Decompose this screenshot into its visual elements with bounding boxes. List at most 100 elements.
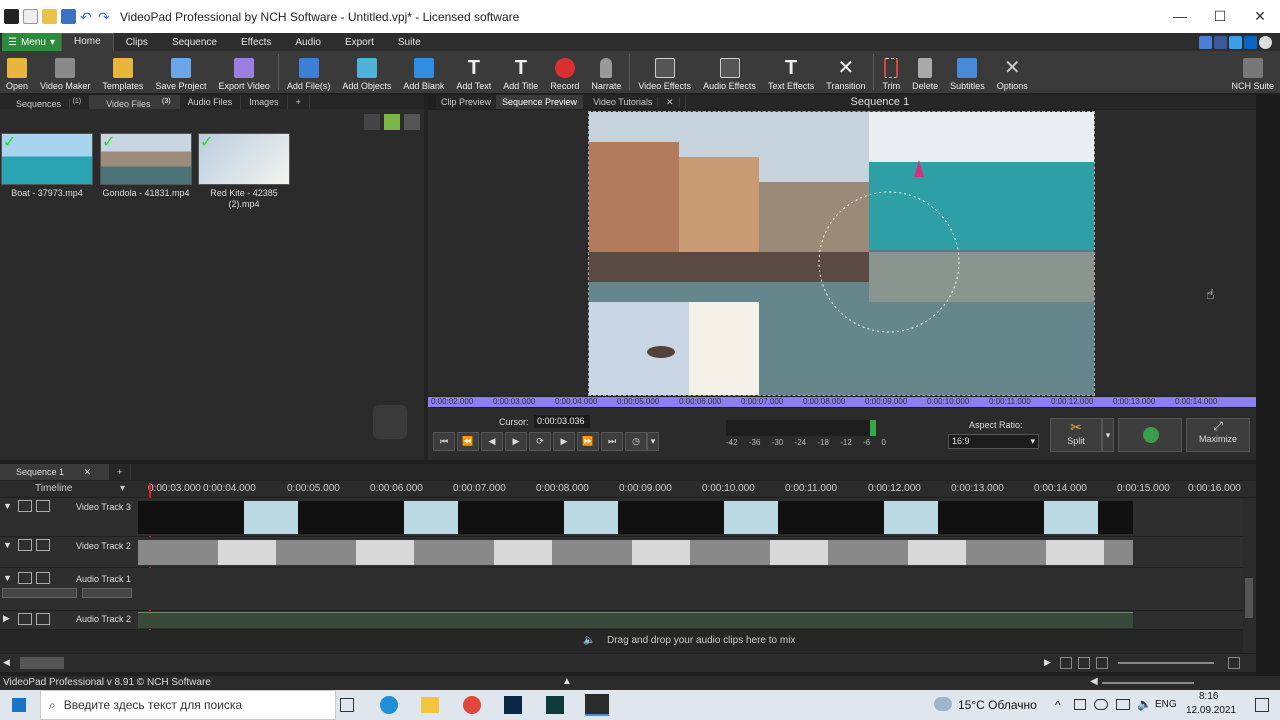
options-button[interactable]: ✕ Options bbox=[991, 51, 1034, 93]
fit-icon[interactable] bbox=[1060, 657, 1072, 669]
cloud-icon[interactable] bbox=[1094, 699, 1108, 710]
pan-slider[interactable] bbox=[82, 588, 132, 598]
minimize-button[interactable]: — bbox=[1160, 8, 1200, 25]
tab-sequence[interactable]: Sequence bbox=[160, 37, 229, 48]
aspect-ratio-select[interactable]: 16:9 ▾ bbox=[948, 434, 1039, 449]
close-tab-icon[interactable]: ✕ bbox=[75, 467, 101, 477]
go-to-start-button[interactable]: ⏮ bbox=[433, 432, 455, 451]
tab-images[interactable]: Images bbox=[241, 95, 288, 109]
menu-button[interactable]: ☰ Menu ▾ bbox=[2, 33, 62, 51]
taskbar-search[interactable]: ⌕ Введите здесь текст для поиска bbox=[40, 690, 336, 720]
battery-icon[interactable] bbox=[1074, 699, 1086, 710]
track-options-icon[interactable] bbox=[36, 613, 50, 625]
bin-file-gondola[interactable]: ✓ Gondola - 41831.mp4 bbox=[100, 133, 192, 199]
speed-button[interactable]: ◷ bbox=[625, 432, 647, 451]
tab-sequence-preview[interactable]: Sequence Preview bbox=[497, 95, 584, 109]
clock-date[interactable]: 12.09.2021 bbox=[1186, 705, 1236, 716]
transition-button[interactable]: ✕ Transition bbox=[820, 51, 871, 93]
bin-list-view-icon[interactable] bbox=[404, 114, 420, 130]
tab-export[interactable]: Export bbox=[333, 37, 386, 48]
bin-delete-icon[interactable] bbox=[364, 114, 380, 130]
tab-audio[interactable]: Audio bbox=[283, 37, 333, 48]
open-folder-icon[interactable] bbox=[42, 9, 57, 24]
zoom-out-icon[interactable] bbox=[1096, 657, 1108, 669]
delete-button[interactable]: Delete bbox=[906, 51, 944, 93]
scroll-right-icon[interactable]: ▶ bbox=[1044, 657, 1051, 668]
sequence-preview-canvas[interactable] bbox=[588, 111, 1095, 396]
video-effects-button[interactable]: Video Effects bbox=[632, 51, 697, 93]
zoom-in-icon[interactable] bbox=[1228, 657, 1240, 669]
tab-suite[interactable]: Suite bbox=[386, 37, 433, 48]
go-to-end-button[interactable]: ⏭ bbox=[601, 432, 623, 451]
text-effects-button[interactable]: T Text Effects bbox=[762, 51, 820, 93]
file-explorer-icon[interactable] bbox=[421, 697, 439, 713]
narrate-button[interactable]: Narrate bbox=[585, 51, 627, 93]
terminal-icon[interactable] bbox=[546, 696, 564, 714]
collapse-icon[interactable]: ▼ bbox=[3, 540, 12, 550]
tray-chevron-icon[interactable]: ^ bbox=[1055, 698, 1061, 712]
network-icon[interactable] bbox=[1116, 699, 1130, 710]
close-tab-icon[interactable]: ✕ bbox=[660, 97, 680, 107]
add-text-button[interactable]: T Add Text bbox=[450, 51, 497, 93]
record-button[interactable]: Record bbox=[544, 51, 585, 93]
tab-video-files[interactable]: Video Files (3) bbox=[90, 95, 180, 109]
tab-sequence-1[interactable]: Sequence 1 ✕ bbox=[0, 464, 110, 480]
collapse-icon[interactable]: ▼ bbox=[3, 501, 12, 511]
vertical-scrollbar-thumb[interactable] bbox=[1245, 578, 1253, 618]
undo-icon[interactable]: ↶ bbox=[80, 9, 94, 25]
photoshop-icon[interactable] bbox=[504, 696, 522, 714]
previous-frame-button[interactable]: ⏪ bbox=[457, 432, 479, 451]
close-button[interactable]: ✕ bbox=[1240, 8, 1280, 25]
open-button[interactable]: Open bbox=[0, 51, 34, 93]
track-options-icon[interactable] bbox=[36, 572, 50, 584]
split-dropdown-icon[interactable]: ▾ bbox=[1102, 418, 1114, 452]
tab-home[interactable]: Home bbox=[61, 33, 114, 51]
expand-icon[interactable]: ▶ bbox=[3, 613, 10, 624]
tab-clip-preview[interactable]: Clip Preview bbox=[436, 95, 498, 109]
volume-slider[interactable] bbox=[2, 588, 77, 598]
zoom-slider[interactable] bbox=[1118, 662, 1214, 664]
tab-audio-files[interactable]: Audio Files bbox=[180, 95, 242, 109]
subtitles-button[interactable]: Subtitles bbox=[944, 51, 991, 93]
save-project-button[interactable]: Save Project bbox=[149, 51, 212, 93]
chevron-down-icon[interactable]: ▾ bbox=[120, 483, 125, 494]
track-options-icon[interactable] bbox=[36, 539, 50, 551]
maximize-preview-button[interactable]: ⤢ Maximize bbox=[1186, 418, 1250, 452]
master-volume-slider[interactable] bbox=[1102, 682, 1194, 684]
timeline-ruler[interactable]: Timeline ▾ 0:00:03.000 0:00:04.000 0:00:… bbox=[0, 481, 1256, 497]
speaker-icon[interactable] bbox=[18, 613, 32, 625]
videopad-taskbar-icon[interactable] bbox=[585, 694, 609, 716]
add-blank-button[interactable]: Add Blank bbox=[397, 51, 450, 93]
facebook-icon[interactable] bbox=[1214, 35, 1227, 49]
visibility-icon[interactable] bbox=[18, 539, 32, 551]
video-clip-track-2[interactable] bbox=[138, 540, 1133, 565]
visibility-icon[interactable] bbox=[18, 500, 32, 512]
save-icon[interactable] bbox=[61, 9, 76, 24]
clock-time[interactable]: 8:16 bbox=[1199, 691, 1218, 702]
trim-button[interactable]: Trim bbox=[876, 51, 906, 93]
audio-drop-zone[interactable]: 🔈 Drag and drop your audio clips here to… bbox=[0, 630, 1256, 653]
audio-clip-track-2[interactable] bbox=[138, 612, 1133, 628]
export-video-button[interactable]: Export Video bbox=[212, 51, 275, 93]
scroll-left-icon[interactable]: ◀ bbox=[3, 657, 10, 668]
vertical-scrollbar[interactable] bbox=[1243, 498, 1256, 653]
video-maker-button[interactable]: Video Maker bbox=[34, 51, 96, 93]
collapse-icon[interactable]: ▼ bbox=[3, 573, 12, 583]
tab-effects[interactable]: Effects bbox=[229, 37, 283, 48]
maximize-button[interactable]: ☐ bbox=[1200, 8, 1240, 25]
video-clip-track-3[interactable] bbox=[138, 501, 1133, 534]
like-icon[interactable] bbox=[1199, 35, 1212, 49]
edge-icon[interactable] bbox=[380, 696, 398, 714]
help-icon[interactable] bbox=[1259, 35, 1272, 49]
add-files-button[interactable]: Add File(s) bbox=[281, 51, 337, 93]
split-button[interactable]: ✂ Split bbox=[1050, 418, 1102, 452]
360-view-button[interactable] bbox=[1118, 418, 1182, 452]
templates-button[interactable]: Templates bbox=[96, 51, 149, 93]
track-options-icon[interactable] bbox=[36, 500, 50, 512]
tab-sequences[interactable]: Sequences (1) bbox=[0, 95, 91, 109]
play-button[interactable]: ▶ bbox=[505, 432, 527, 451]
linkedin-icon[interactable] bbox=[1244, 35, 1257, 49]
add-objects-button[interactable]: Add Objects bbox=[336, 51, 397, 93]
speaker-icon[interactable]: 🔈 bbox=[1137, 697, 1152, 711]
tab-video-tutorials[interactable]: Video Tutorials ✕ bbox=[583, 95, 686, 109]
